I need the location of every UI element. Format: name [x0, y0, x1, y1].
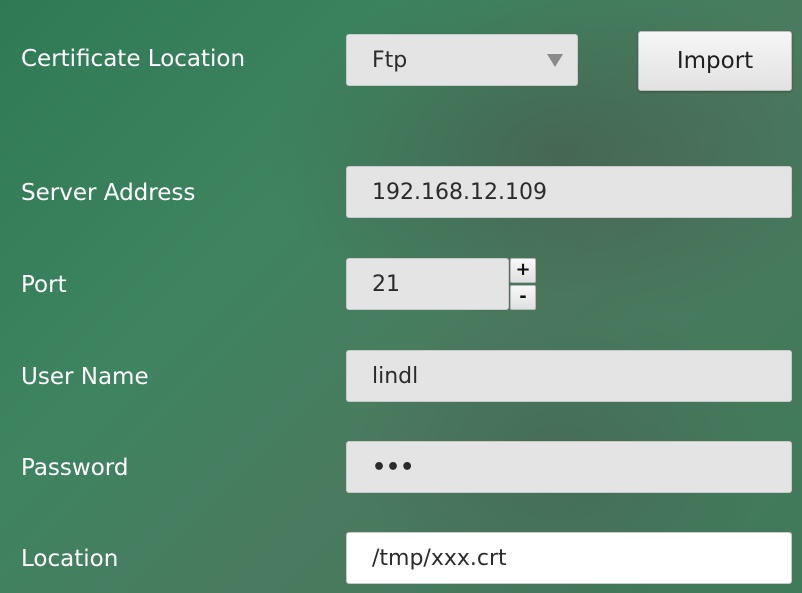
- password-input[interactable]: •••: [346, 441, 792, 493]
- location-input[interactable]: /tmp/xxx.crt: [346, 532, 792, 584]
- port-label: Port: [21, 272, 67, 298]
- import-button[interactable]: Import: [638, 31, 792, 91]
- certificate-location-value: Ftp: [372, 47, 408, 73]
- server-address-label: Server Address: [21, 180, 196, 206]
- location-label: Location: [21, 546, 119, 572]
- chevron-down-icon: [547, 54, 563, 67]
- port-input[interactable]: 21: [346, 258, 509, 310]
- port-increment-button[interactable]: +: [510, 258, 536, 283]
- user-name-input[interactable]: lindl: [346, 350, 792, 402]
- certificate-location-select[interactable]: Ftp: [346, 34, 578, 86]
- server-address-input[interactable]: 192.168.12.109: [346, 166, 792, 218]
- password-label: Password: [21, 455, 129, 481]
- port-decrement-button[interactable]: -: [510, 285, 536, 310]
- certificate-location-label: Certificate Location: [21, 46, 246, 72]
- user-name-label: User Name: [21, 364, 149, 390]
